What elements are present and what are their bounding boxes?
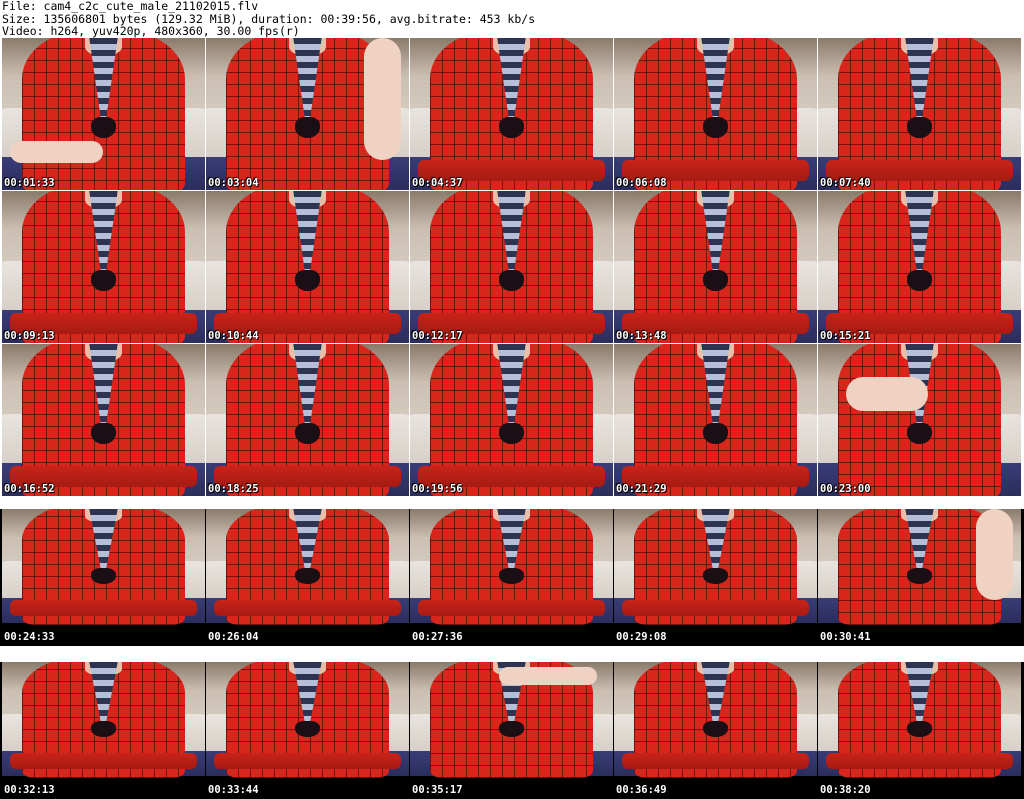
video-frame-thumbnail: 00:30:41: [818, 509, 1021, 645]
frame-image: [206, 509, 409, 626]
frame-timestamp: 00:18:25: [208, 483, 259, 495]
frame-image: [2, 191, 205, 343]
frame-timestamp: 00:15:21: [820, 330, 871, 342]
thumbnail-row: 00:24:33 00:26:04 00:27:36 00:29:08 00:30:41: [0, 509, 1024, 646]
video-frame-thumbnail: 00:12:17: [410, 191, 613, 343]
video-info-line: Video: h264, yuv420p, 480x360, 30.00 fps…: [2, 24, 300, 38]
video-frame-thumbnail: 00:13:48: [614, 191, 817, 343]
frame-timestamp: 00:24:33: [4, 631, 55, 643]
video-frame-thumbnail: 00:09:13: [2, 191, 205, 343]
video-frame-thumbnail: 00:16:52: [2, 344, 205, 496]
video-frame-thumbnail: 00:01:33: [2, 38, 205, 190]
video-frame-thumbnail: 00:06:08: [614, 38, 817, 190]
frame-image: [2, 662, 205, 779]
frame-image: [206, 38, 409, 190]
frame-timestamp: 00:27:36: [412, 631, 463, 643]
video-frame-thumbnail: 00:18:25: [206, 344, 409, 496]
video-frame-thumbnail: 00:36:49: [614, 662, 817, 798]
video-frame-thumbnail: 00:04:37: [410, 38, 613, 190]
frame-timestamp: 00:19:56: [412, 483, 463, 495]
file-name-line: File: cam4_c2c_cute_male_21102015.flv: [2, 0, 259, 13]
frame-timestamp: 00:09:13: [4, 330, 55, 342]
frame-timestamp: 00:33:44: [208, 784, 259, 796]
frame-image: [614, 191, 817, 343]
frame-timestamp: 00:03:04: [208, 177, 259, 189]
frame-timestamp: 00:29:08: [616, 631, 667, 643]
frame-timestamp: 00:38:20: [820, 784, 871, 796]
frame-image: [818, 509, 1021, 626]
frame-image: [410, 191, 613, 343]
video-frame-thumbnail: 00:27:36: [410, 509, 613, 645]
thumbnail-row: 00:01:33 00:03:04 00:04:37 00:06:08 00:07:40: [0, 38, 1024, 190]
video-frame-thumbnail: 00:29:08: [614, 509, 817, 645]
frame-image: [2, 344, 205, 496]
frame-timestamp: 00:07:40: [820, 177, 871, 189]
video-frame-thumbnail: 00:38:20: [818, 662, 1021, 798]
frame-image: [410, 662, 613, 779]
frame-image: [818, 38, 1021, 190]
thumbnail-row: 00:32:13 00:33:44 00:35:17 00:36:49 00:38:20: [0, 662, 1024, 799]
video-frame-thumbnail: 00:24:33: [2, 509, 205, 645]
frame-image: [410, 509, 613, 626]
frame-timestamp: 00:36:49: [616, 784, 667, 796]
frame-timestamp: 00:23:00: [820, 483, 871, 495]
video-frame-thumbnail: 00:35:17: [410, 662, 613, 798]
frame-image: [818, 344, 1021, 496]
frame-timestamp: 00:26:04: [208, 631, 259, 643]
thumbnail-row: 00:16:52 00:18:25 00:19:56 00:21:29 00:23:00: [0, 344, 1024, 496]
video-frame-thumbnail: 00:19:56: [410, 344, 613, 496]
frame-image: [410, 344, 613, 496]
video-frame-thumbnail: 00:03:04: [206, 38, 409, 190]
frame-timestamp: 00:10:44: [208, 330, 259, 342]
frame-image: [614, 662, 817, 779]
frame-image: [206, 662, 409, 779]
frame-timestamp: 00:04:37: [412, 177, 463, 189]
video-frame-thumbnail: 00:10:44: [206, 191, 409, 343]
frame-timestamp: 00:01:33: [4, 177, 55, 189]
frame-image: [206, 344, 409, 496]
frame-image: [818, 662, 1021, 779]
thumbnail-row: 00:09:13 00:10:44 00:12:17 00:13:48 00:15:21: [0, 191, 1024, 343]
frame-image: [818, 191, 1021, 343]
frame-image: [2, 509, 205, 626]
frame-timestamp: 00:21:29: [616, 483, 667, 495]
video-frame-thumbnail: 00:26:04: [206, 509, 409, 645]
frame-timestamp: 00:06:08: [616, 177, 667, 189]
video-frame-thumbnail: 00:33:44: [206, 662, 409, 798]
file-info-header: File: cam4_c2c_cute_male_21102015.flv Si…: [2, 0, 1022, 38]
frame-image: [206, 191, 409, 343]
frame-timestamp: 00:16:52: [4, 483, 55, 495]
video-frame-thumbnail: 00:07:40: [818, 38, 1021, 190]
frame-image: [614, 344, 817, 496]
video-frame-thumbnail: 00:23:00: [818, 344, 1021, 496]
video-frame-thumbnail: 00:15:21: [818, 191, 1021, 343]
frame-image: [614, 509, 817, 626]
frame-image: [614, 38, 817, 190]
frame-timestamp: 00:35:17: [412, 784, 463, 796]
frame-timestamp: 00:30:41: [820, 631, 871, 643]
frame-timestamp: 00:32:13: [4, 784, 55, 796]
video-frame-thumbnail: 00:21:29: [614, 344, 817, 496]
frame-image: [410, 38, 613, 190]
video-frame-thumbnail: 00:32:13: [2, 662, 205, 798]
frame-timestamp: 00:12:17: [412, 330, 463, 342]
frame-image: [2, 38, 205, 190]
frame-timestamp: 00:13:48: [616, 330, 667, 342]
